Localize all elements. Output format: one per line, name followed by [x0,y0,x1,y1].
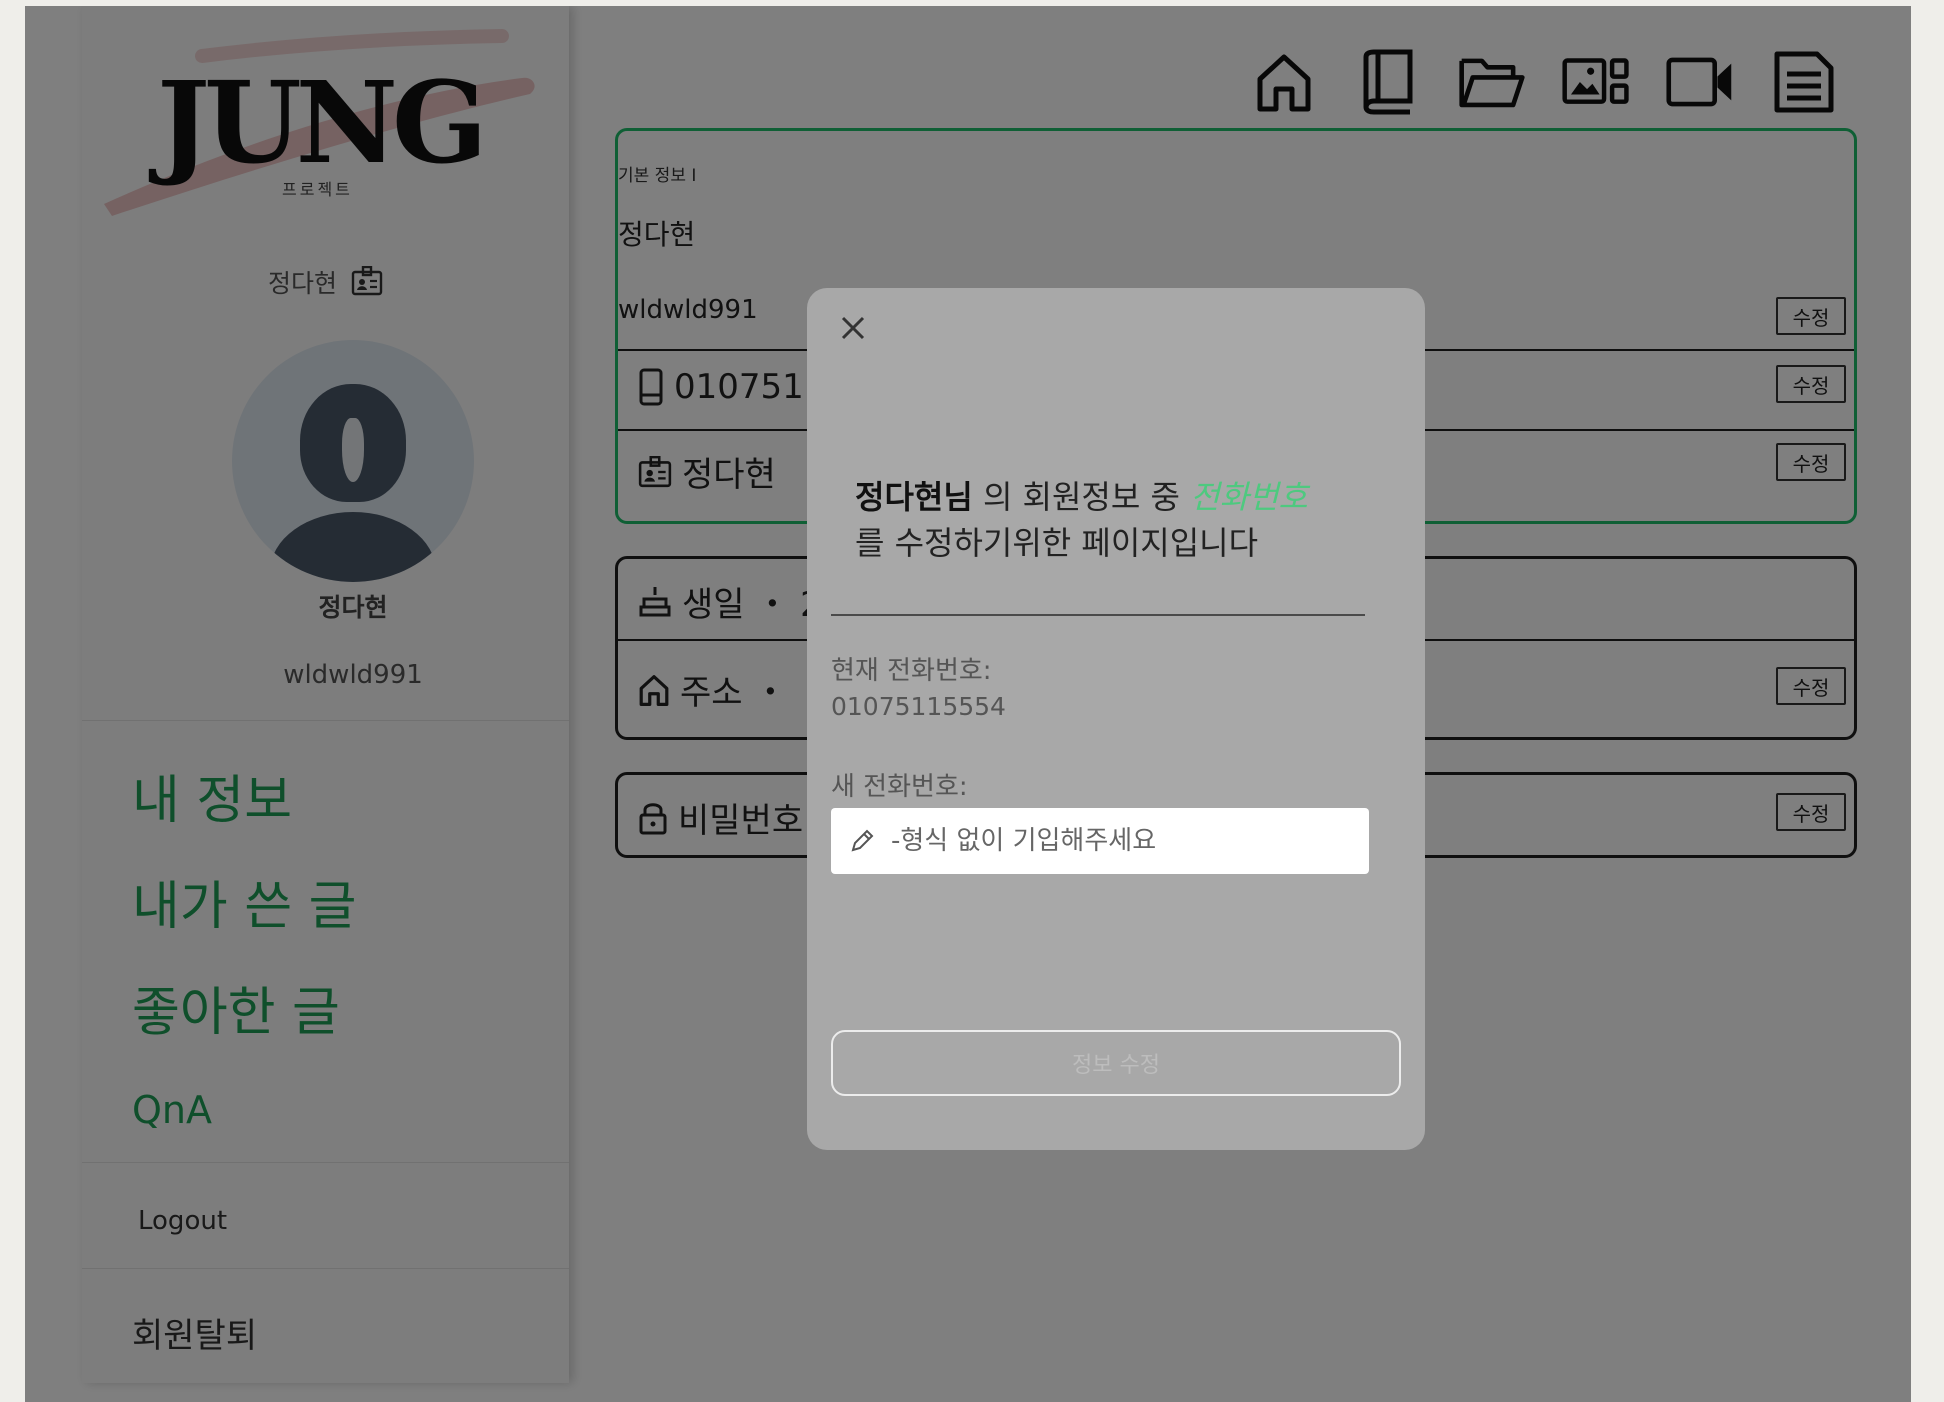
modal-message-end: 를 수정하기위한 페이지입니다 [855,524,1259,562]
modal-user-name: 정다현님 [855,478,973,516]
modal-field-highlight: 전화번호 [1190,478,1308,516]
new-phone-field[interactable] [831,808,1369,874]
submit-button[interactable]: 정보 수정 [831,1030,1401,1096]
new-phone-input[interactable] [891,826,1361,856]
close-icon[interactable] [833,308,873,348]
pencil-icon [851,829,874,852]
edit-phone-modal: 정다현님 의 회원정보 중 전화번호 를 수정하기위한 페이지입니다 현재 전화… [807,288,1425,1150]
modal-message: 정다현님 의 회원정보 중 전화번호 를 수정하기위한 페이지입니다 [855,474,1395,566]
current-phone-label: 현재 전화번호: [831,656,992,686]
modal-message-mid: 의 회원정보 중 [972,478,1191,516]
modal-divider [831,614,1365,616]
new-phone-label: 새 전화번호: [831,772,968,802]
current-phone-value: 01075115554 [831,692,1006,721]
app-window: JUNG 프로젝트 정다현 정다현 wldwld991 내 정보 내가 쓴 글 … [25,6,1911,1402]
